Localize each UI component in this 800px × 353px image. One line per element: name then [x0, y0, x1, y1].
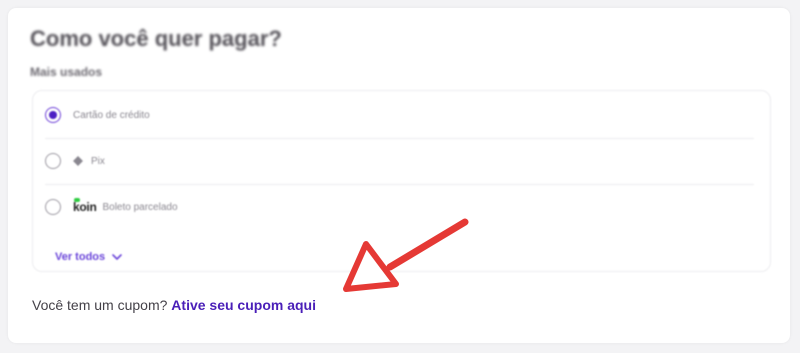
radio-boleto[interactable]	[45, 199, 61, 215]
page: Como você quer pagar? Mais usados Cartão…	[0, 0, 800, 353]
koin-logo-accent	[74, 198, 80, 202]
koin-logo-text: koin	[73, 200, 97, 214]
see-all-label: Ver todos	[55, 251, 106, 263]
option-label-boleto: Boleto parcelado	[102, 201, 178, 213]
payment-option-pix[interactable]: Pix	[45, 139, 754, 183]
coupon-row: Você tem um cupom? Ative seu cupom aqui	[32, 297, 316, 313]
pix-icon	[73, 156, 83, 166]
page-title: Como você quer pagar?	[30, 26, 282, 51]
radio-selected-dot	[49, 111, 57, 119]
koin-logo: koin	[73, 198, 97, 214]
see-all-button[interactable]: Ver todos	[55, 251, 122, 263]
radio-pix[interactable]	[45, 153, 61, 169]
chevron-down-icon	[112, 254, 122, 260]
activate-coupon-link[interactable]: Ative seu cupom aqui	[171, 297, 316, 313]
coupon-prompt: Você tem um cupom?	[32, 297, 168, 313]
most-used-label: Mais usados	[30, 65, 103, 79]
radio-credit-card[interactable]	[45, 107, 61, 123]
option-label-pix: Pix	[91, 155, 105, 167]
annotation-arrow-icon	[343, 218, 469, 292]
payment-option-credit-card[interactable]: Cartão de crédito	[45, 93, 754, 137]
option-label-credit-card: Cartão de crédito	[73, 109, 150, 121]
